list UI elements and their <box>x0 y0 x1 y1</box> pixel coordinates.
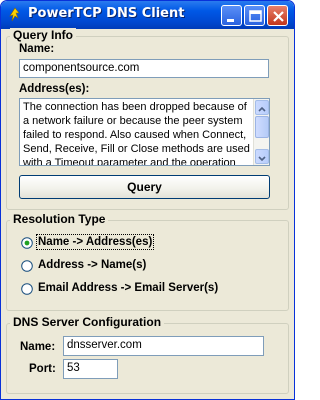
radio-address-to-name[interactable] <box>21 260 33 272</box>
radio-address-to-name-label[interactable]: Address -> Name(s) <box>38 259 146 271</box>
dns-server-group <box>6 323 289 394</box>
query-button[interactable]: Query <box>19 175 270 199</box>
dns-port-label: Port: <box>29 363 56 375</box>
dns-port-input[interactable]: 53 <box>63 359 118 379</box>
address-scrollbar[interactable] <box>253 99 269 165</box>
radio-name-to-address-label[interactable]: Name -> Address(es) <box>35 234 155 250</box>
address-label: Address(es): <box>19 83 90 95</box>
scroll-down-button[interactable] <box>255 149 269 164</box>
query-name-label: Name: <box>19 43 55 55</box>
radio-email-to-server[interactable] <box>21 283 33 295</box>
radio-name-to-address[interactable] <box>21 237 33 249</box>
address-results-box[interactable]: The connection has been dropped because … <box>19 98 270 166</box>
maximize-button[interactable] <box>244 5 265 26</box>
app-icon <box>9 7 20 22</box>
dns-server-legend: DNS Server Configuration <box>10 315 165 329</box>
close-icon <box>273 11 284 22</box>
resolution-type-legend: Resolution Type <box>10 212 109 226</box>
radio-email-to-server-label[interactable]: Email Address -> Email Server(s) <box>38 282 218 294</box>
minimize-icon <box>227 19 234 22</box>
title-bar[interactable]: PowerTCP DNS Client <box>1 1 294 29</box>
dns-name-input[interactable]: dnsserver.com <box>63 336 264 356</box>
scroll-thumb[interactable] <box>255 116 269 138</box>
dns-name-label: Name: <box>20 341 56 353</box>
address-results-text: The connection has been dropped because … <box>23 101 250 166</box>
close-button[interactable] <box>267 5 288 26</box>
chevron-down-icon <box>258 156 266 162</box>
scroll-up-button[interactable] <box>255 100 269 115</box>
query-name-input[interactable]: componentsource.com <box>19 59 269 78</box>
window-title: PowerTCP DNS Client <box>28 6 185 21</box>
maximize-icon <box>249 10 262 22</box>
dns-client-window: PowerTCP DNS Client Query Info Name: com… <box>0 0 295 400</box>
chevron-up-icon <box>258 106 266 112</box>
minimize-button[interactable] <box>221 5 242 26</box>
query-info-legend: Query Info <box>10 28 77 42</box>
